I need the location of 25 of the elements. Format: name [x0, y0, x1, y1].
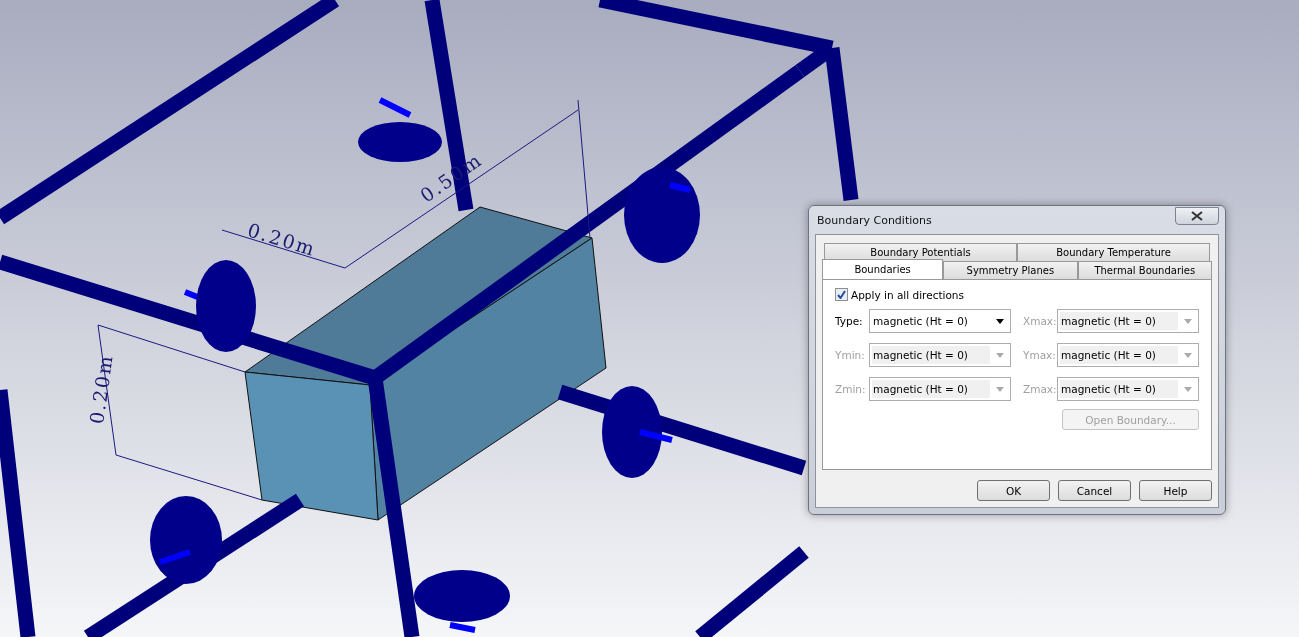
dialog-button[interactable]: Cancel [1058, 480, 1131, 501]
dimension-label: 0.20m [85, 352, 117, 426]
checkmark-icon [837, 290, 846, 299]
field-label: Zmin: [835, 383, 865, 395]
dialog-button[interactable]: Help [1139, 480, 1212, 501]
field-label: Ymin: [835, 349, 865, 361]
window-title: Boundary Conditions [816, 213, 932, 227]
tab[interactable]: Boundary Temperature [1017, 243, 1210, 261]
dropdown-arrow-icon [1184, 352, 1192, 358]
dialog-button[interactable]: OK [977, 480, 1050, 501]
close-button[interactable] [1175, 207, 1219, 225]
dropdown-arrow-icon [1184, 318, 1192, 324]
tab[interactable]: Boundaries [822, 259, 944, 279]
field-label: Ymax: [1023, 349, 1053, 361]
dropdown[interactable]: magnetic (Ht = 0) [869, 309, 1011, 333]
dropdown-arrow-icon [996, 352, 1004, 358]
tab[interactable]: Thermal Boundaries [1077, 261, 1212, 279]
close-icon [1191, 211, 1203, 221]
dropdown-arrow-icon [996, 318, 1004, 324]
dropdown-arrow-icon [1184, 386, 1192, 392]
tab[interactable]: Symmetry Planes [943, 261, 1078, 279]
dropdown-arrow-icon [996, 386, 1004, 392]
field-label: Type: [835, 315, 864, 327]
checkbox[interactable] [835, 288, 848, 301]
tab[interactable]: Boundary Potentials [824, 243, 1017, 261]
